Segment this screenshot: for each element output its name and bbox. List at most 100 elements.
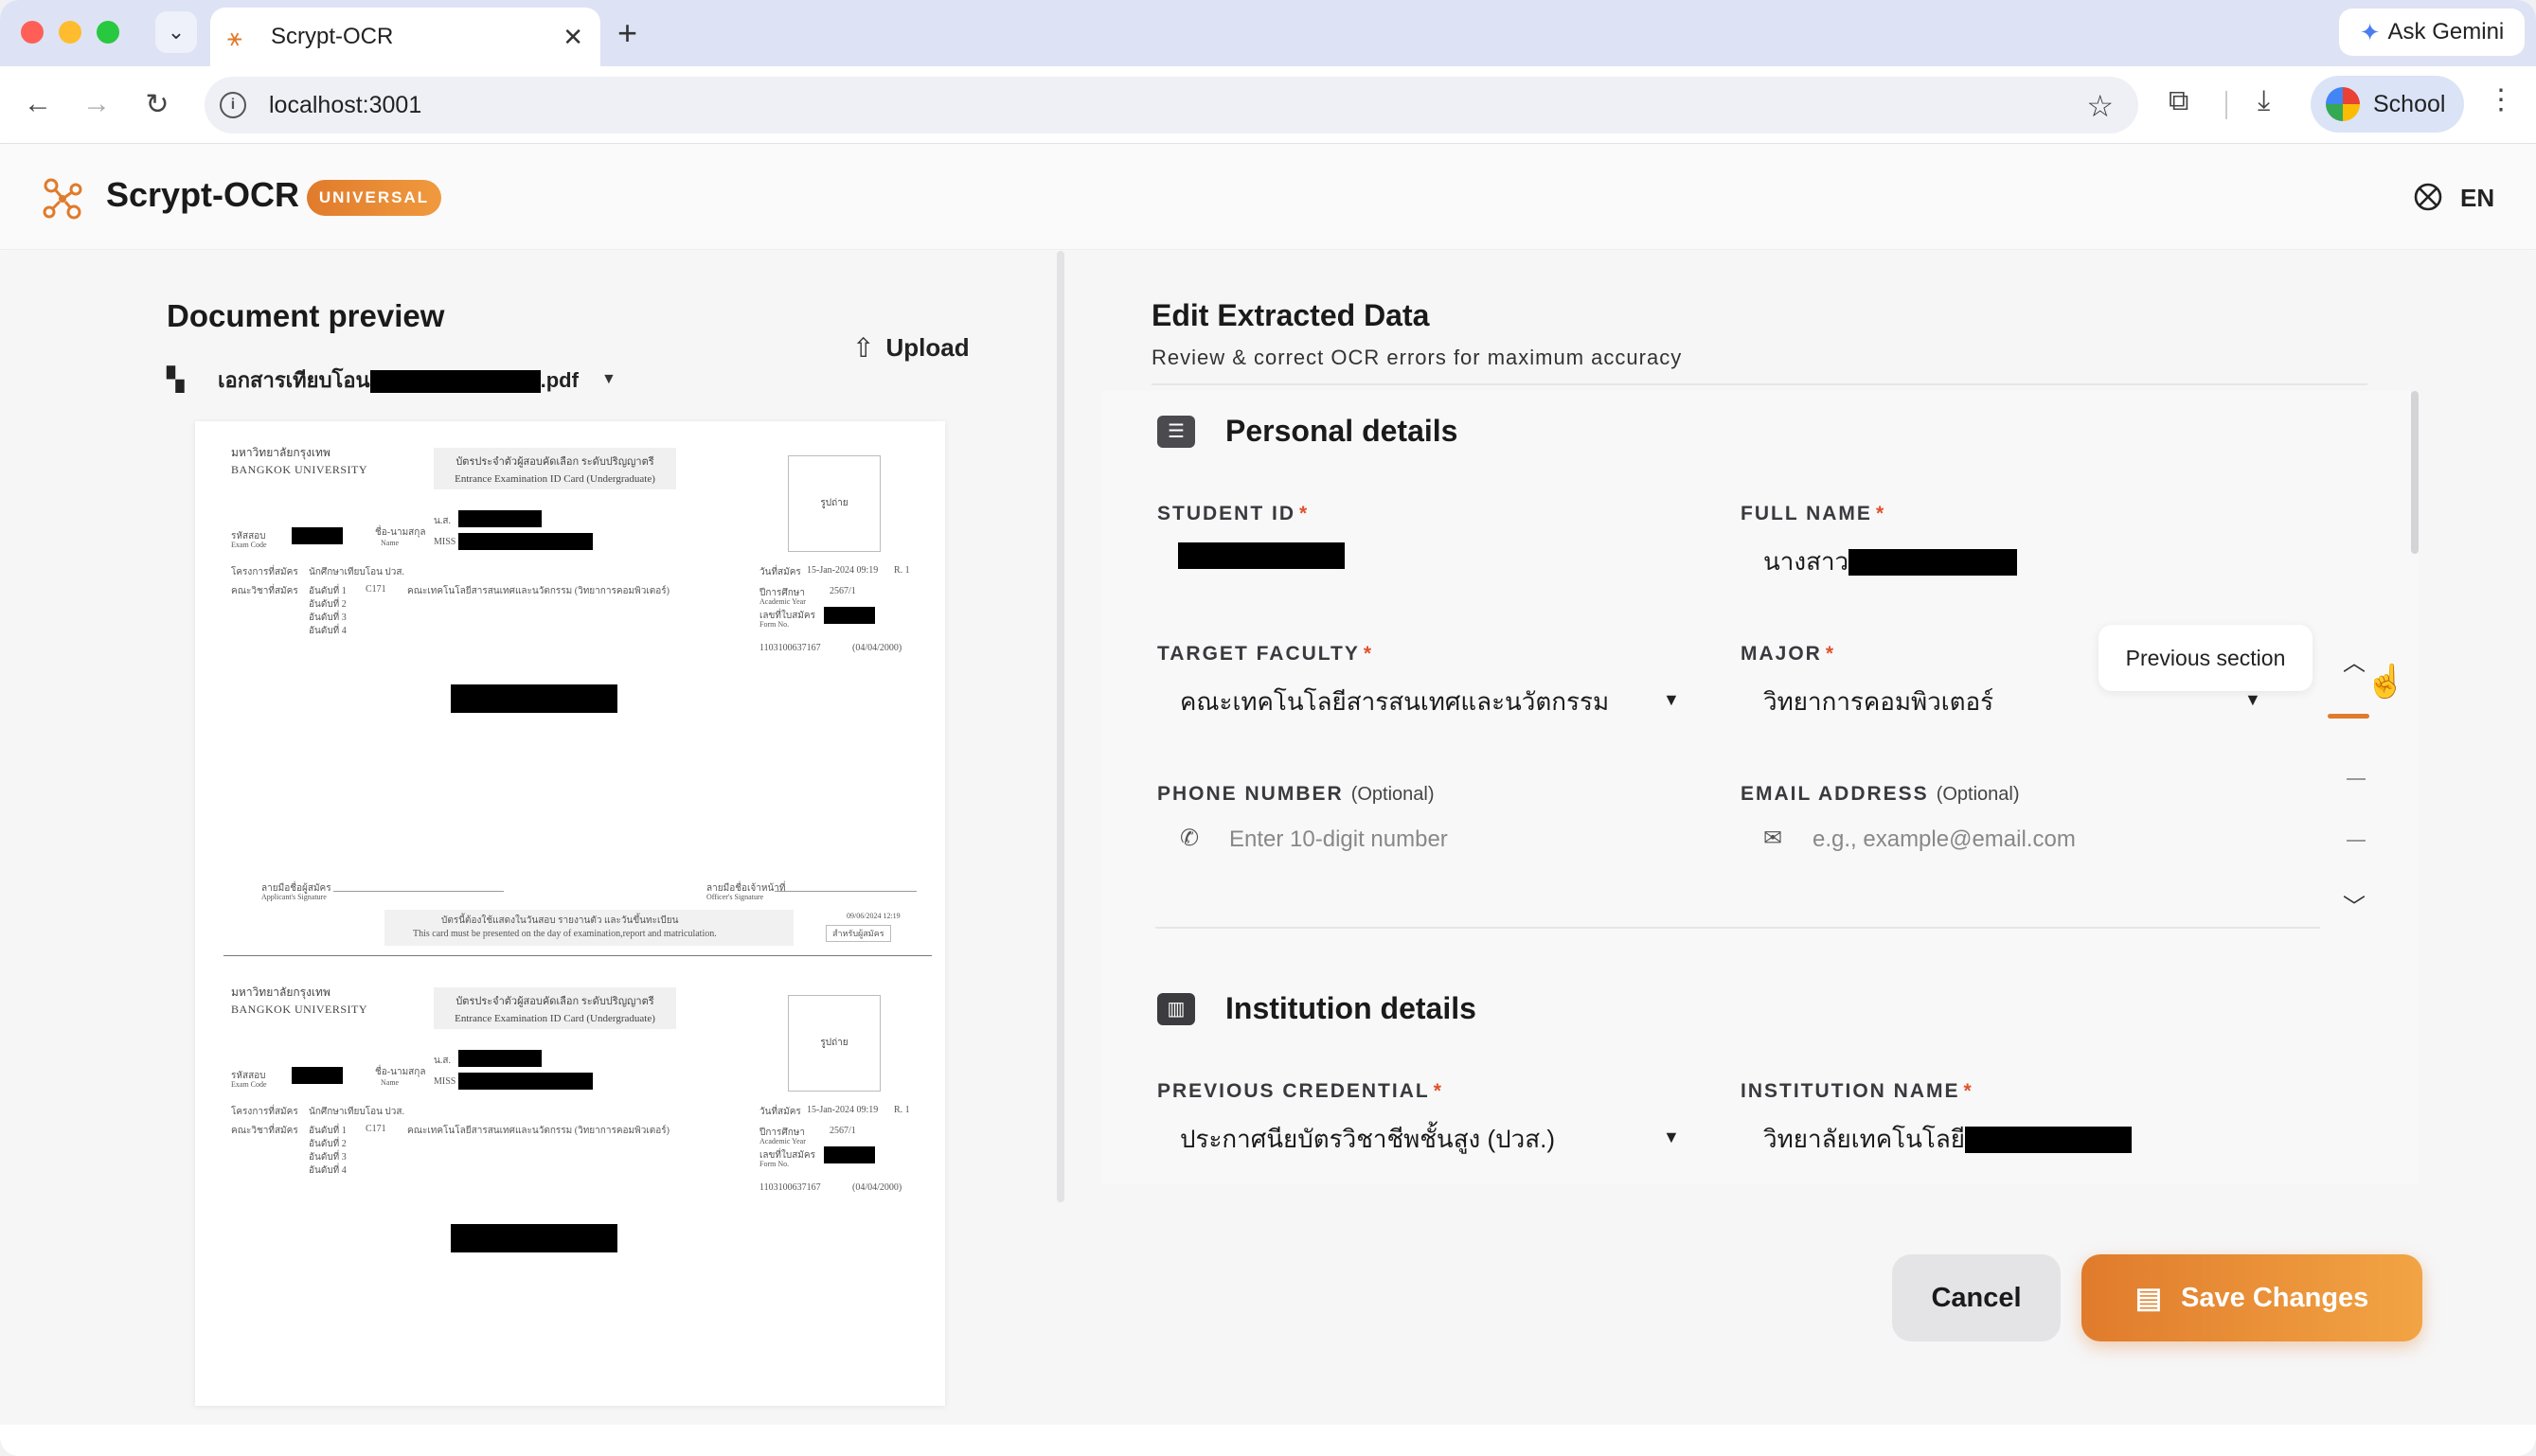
- card-header-en: Entrance Examination ID Card (Undergradu…: [455, 473, 655, 485]
- download-icon[interactable]: ⤓: [2258, 85, 2270, 117]
- program-label: โครงการที่สมัคร: [231, 567, 298, 577]
- save-changes-button[interactable]: ▤ Save Changes: [2081, 1254, 2422, 1341]
- address-bar[interactable]: i localhost:3001 ☆: [205, 77, 2138, 133]
- caret-down-icon[interactable]: ▼: [2244, 690, 2261, 710]
- form-no-en: Form No.: [759, 620, 790, 629]
- next-section-button[interactable]: ﹀: [2343, 888, 2366, 921]
- close-icon[interactable]: ✕: [563, 23, 583, 52]
- profile-label: School: [2373, 90, 2446, 117]
- academic-year-en: Academic Year: [759, 1137, 806, 1145]
- faculty-label: คณะวิชาที่สมัคร: [231, 586, 298, 596]
- redaction: [1965, 1126, 2133, 1153]
- file-selector[interactable]: ▚ เอกสารเทียบโอน .pdf ▼: [167, 361, 616, 399]
- academic-year: 2567/1: [830, 586, 856, 596]
- student-id-label: STUDENT ID *: [1157, 503, 1309, 525]
- name-en: Name: [381, 539, 400, 547]
- window-maximize-button[interactable]: [97, 21, 119, 44]
- section-indicator[interactable]: [2347, 778, 2366, 780]
- choice-3: อันดับที่ 3: [309, 1152, 347, 1163]
- card-header-th: บัตรประจำตัวผู้สอบคัดเลือก ระดับปริญญาตร…: [455, 996, 654, 1007]
- redaction: [1178, 542, 1345, 569]
- profile-button[interactable]: School: [2311, 76, 2464, 133]
- more-menu-icon[interactable]: ⋮: [2487, 83, 2515, 116]
- section-indicator[interactable]: [2347, 840, 2366, 842]
- full-name-field[interactable]: นางสาว: [1763, 542, 2018, 581]
- redaction: [458, 533, 593, 550]
- caret-down-icon[interactable]: ▼: [1663, 690, 1680, 710]
- required-mark: *: [1825, 643, 1836, 665]
- window-close-button[interactable]: [21, 21, 44, 44]
- cancel-button[interactable]: Cancel: [1892, 1254, 2061, 1341]
- save-file-icon: ▤: [2134, 1282, 2163, 1314]
- required-mark: *: [1299, 503, 1310, 524]
- arrow-left-icon: ←: [24, 88, 52, 119]
- form-subtitle: Review & correct OCR errors for maximum …: [1152, 346, 1683, 369]
- tab-bar: ⌄ ⚹ Scrypt-OCR ✕ + ✦ Ask Gemini: [0, 0, 2536, 66]
- reload-button[interactable]: ↻: [138, 85, 176, 123]
- signature-line: [775, 891, 917, 892]
- choice-2: อันดับที่ 2: [309, 599, 347, 610]
- globe-icon[interactable]: [2413, 182, 2443, 212]
- hand-cursor-icon: ☝: [2366, 664, 2406, 700]
- caret-down-icon[interactable]: ▼: [601, 371, 616, 388]
- ask-gemini-button[interactable]: ✦ Ask Gemini: [2339, 9, 2525, 56]
- institution-name-field[interactable]: วิทยาลัยเทคโนโลยี: [1763, 1120, 2133, 1159]
- form-scroll-area[interactable]: ☰ Personal details STUDENT ID * FULL NAME…: [1102, 391, 2419, 1184]
- forward-button[interactable]: →: [78, 85, 116, 123]
- back-button[interactable]: ←: [19, 85, 57, 123]
- title-en: MISS: [434, 537, 456, 547]
- major-select[interactable]: วิทยาการคอมพิวเตอร์: [1763, 683, 1993, 721]
- email-input[interactable]: e.g., example@email.com: [1813, 826, 2076, 853]
- credential-select[interactable]: ประกาศนียบัตรวิชาชีพชั้นสูง (ปวส.): [1180, 1120, 1555, 1159]
- toolbar-separator: [2225, 91, 2227, 119]
- optional-mark: (Optional): [1936, 784, 2020, 805]
- apply-date-label: วันที่สมัคร: [759, 1107, 801, 1117]
- window-minimize-button[interactable]: [59, 21, 81, 44]
- student-id-field[interactable]: [1178, 542, 1345, 569]
- section-institution-header: ▥ Institution details: [1157, 991, 1476, 1026]
- required-mark: *: [1363, 643, 1374, 665]
- tab-search-button[interactable]: ⌄: [155, 11, 197, 53]
- exam-code-en: Exam Code: [231, 1080, 267, 1089]
- academic-year: 2567/1: [830, 1126, 856, 1136]
- faculty-code: C171: [366, 1124, 386, 1134]
- round: R. 1: [894, 565, 910, 576]
- language-switcher[interactable]: EN: [2460, 184, 2494, 213]
- upload-button[interactable]: ⇧ Upload: [852, 332, 970, 364]
- section-divider: [1155, 927, 2320, 929]
- avatar: [2326, 87, 2360, 121]
- redaction: [824, 607, 875, 624]
- form-no-en: Form No.: [759, 1160, 790, 1168]
- caret-down-icon[interactable]: ▼: [1663, 1128, 1680, 1147]
- id-card-page: มหาวิทยาลัยกรุงเทพ BANGKOK UNIVERSITY บั…: [223, 421, 932, 956]
- notice-th: บัตรนี้ต้องใช้แสดงในวันสอบ รายงานตัว และ…: [441, 915, 679, 926]
- target-faculty-select[interactable]: คณะเทคโนโลยีสารสนเทศและนวัตกรรม: [1180, 683, 1609, 721]
- pane-resize-handle[interactable]: [1057, 251, 1064, 1202]
- label-text: EMAIL ADDRESS: [1741, 783, 1929, 805]
- upload-label: Upload: [885, 333, 970, 362]
- notice-box: บัตรนี้ต้องใช้แสดงในวันสอบ รายงานตัว และ…: [384, 910, 794, 946]
- preview-title: Document preview: [167, 298, 445, 333]
- redaction: [451, 1224, 617, 1252]
- logo-icon: [43, 178, 82, 220]
- tab-scrypt-ocr[interactable]: ⚹ Scrypt-OCR ✕: [210, 8, 600, 66]
- optional-mark: (Optional): [1350, 784, 1435, 805]
- section-indicator-active[interactable]: [2328, 714, 2369, 719]
- redaction: [292, 527, 343, 544]
- new-tab-button[interactable]: +: [617, 13, 637, 53]
- label-text: TARGET FACULTY: [1157, 643, 1360, 665]
- cut-line: [223, 955, 932, 956]
- star-icon[interactable]: ☆: [2086, 88, 2114, 124]
- extensions-icon[interactable]: ⧉: [2169, 85, 2188, 117]
- site-info-icon[interactable]: i: [220, 92, 246, 118]
- program-value: นักศึกษาเทียบโอน ปวส.: [309, 1107, 404, 1117]
- print-date: 09/06/2024 12:19: [847, 912, 901, 920]
- id-number: 1103100637167: [759, 643, 821, 653]
- university-en: BANGKOK UNIVERSITY: [231, 463, 367, 476]
- form-scrollbar[interactable]: [2411, 391, 2419, 554]
- phone-input[interactable]: Enter 10-digit number: [1229, 826, 1448, 853]
- upload-icon: ⇧: [852, 333, 875, 363]
- label-text: MAJOR: [1741, 643, 1822, 665]
- choice-3: อันดับที่ 3: [309, 613, 347, 623]
- previous-section-button[interactable]: ︿: [2343, 644, 2366, 677]
